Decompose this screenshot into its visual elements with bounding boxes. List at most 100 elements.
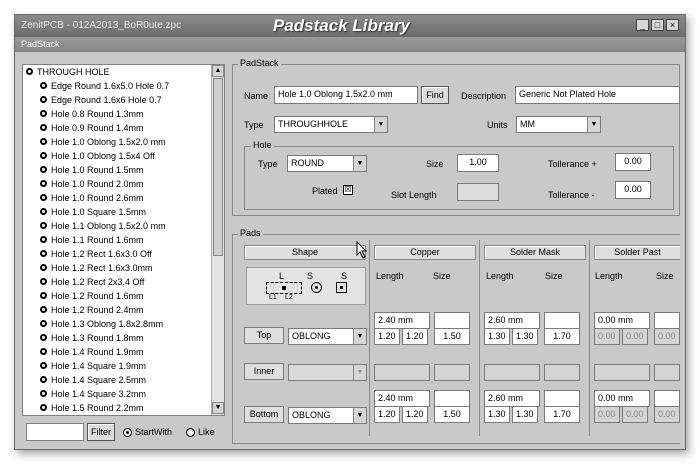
- inner-layer-button[interactable]: Inner: [244, 363, 284, 380]
- list-item[interactable]: Hole 1.5 Round 2.2mm: [23, 401, 213, 415]
- inner-shape-dropdown[interactable]: ▼: [288, 364, 367, 381]
- list-item[interactable]: Hole 1.1 Oblong 1.5x2.0 mm: [23, 219, 213, 233]
- pads-divider: [589, 240, 590, 436]
- inner-paste-size[interactable]: [654, 364, 680, 381]
- like-radio[interactable]: [186, 428, 195, 437]
- hole-type-dropdown[interactable]: ROUND ▼: [287, 155, 367, 172]
- top-mask-l1[interactable]: 1.30: [484, 328, 510, 345]
- list-item[interactable]: Hole 1.1 Round 1.6mm: [23, 233, 213, 247]
- minimize-button[interactable]: _: [636, 19, 649, 31]
- bottom-paste-size[interactable]: 0.00: [654, 406, 680, 423]
- list-item[interactable]: Hole 1.0 Oblong 1.5x4 Off: [23, 149, 213, 163]
- title-bar[interactable]: ZenitPCB - 012A2013_BoR0ute.zpc Padstack…: [15, 15, 685, 37]
- list-item[interactable]: Hole 1.4 Square 3.2mm: [23, 387, 213, 401]
- chevron-down-icon[interactable]: ▼: [353, 365, 366, 380]
- list-item-label: Hole 1.2 Round 1.6mm: [51, 291, 144, 301]
- bottom-paste-l2[interactable]: 0.00: [622, 406, 648, 423]
- top-layer-button[interactable]: Top: [244, 327, 284, 344]
- top-copper-size[interactable]: 1.50: [434, 328, 470, 345]
- list-item[interactable]: Hole 1.2 Rect 1.6x3.0mm: [23, 261, 213, 275]
- bottom-copper-size[interactable]: 1.50: [434, 406, 470, 423]
- bottom-paste-l1[interactable]: 0.00: [594, 406, 620, 423]
- slot-length-field[interactable]: [457, 183, 499, 201]
- plated-checkbox[interactable]: ☒: [343, 185, 353, 195]
- top-paste-l1[interactable]: 0.00: [594, 328, 620, 345]
- paste-length-label: Length: [595, 271, 623, 281]
- top-paste-total[interactable]: 0.00 mm: [594, 312, 650, 329]
- filter-button[interactable]: Filter: [87, 423, 115, 441]
- chevron-down-icon[interactable]: ▼: [374, 117, 387, 132]
- bottom-copper-blank: [434, 390, 470, 407]
- bottom-copper-l1[interactable]: 1.20: [374, 406, 400, 423]
- list-item[interactable]: Hole 1.2 Round 1.6mm: [23, 289, 213, 303]
- tolerance-minus-field[interactable]: 0.00: [615, 181, 651, 199]
- list-item[interactable]: Hole 0.9 Round 1.4mm: [23, 121, 213, 135]
- top-mask-total[interactable]: 2.60 mm: [484, 312, 540, 329]
- list-scrollbar[interactable]: ▲ ▼: [211, 65, 224, 415]
- list-item[interactable]: Hole 1.0 Round 2.0mm: [23, 177, 213, 191]
- top-mask-blank: [544, 312, 580, 329]
- bottom-layer-button[interactable]: Bottom: [244, 406, 284, 423]
- maximize-button[interactable]: □: [651, 19, 664, 31]
- description-field[interactable]: Generic Not Plated Hole: [515, 86, 680, 104]
- list-item[interactable]: Hole 1.0 Round 2.6mm: [23, 191, 213, 205]
- list-item[interactable]: Hole 1.0 Square 1.5mm: [23, 205, 213, 219]
- bottom-mask-total[interactable]: 2.60 mm: [484, 390, 540, 407]
- list-item[interactable]: Hole 1.3 Round 1.8mm: [23, 331, 213, 345]
- find-button[interactable]: Find: [421, 86, 449, 104]
- scroll-up-arrow-icon[interactable]: ▲: [212, 65, 224, 77]
- inner-mask-size[interactable]: [544, 364, 580, 381]
- list-item[interactable]: Hole 1.2 Rect 2x3.4 Off: [23, 275, 213, 289]
- list-item[interactable]: Hole 1.4 Round 1.9mm: [23, 345, 213, 359]
- list-item[interactable]: Edge Round 1.6x6 Hole 0.7: [23, 93, 213, 107]
- tolerance-plus-field[interactable]: 0.00: [615, 153, 651, 171]
- chevron-down-icon[interactable]: ▼: [353, 408, 366, 423]
- top-copper-l2[interactable]: 1.20: [402, 328, 428, 345]
- list-item-label: Hole 0.8 Round 1.3mm: [51, 109, 144, 119]
- tree-root-through-hole[interactable]: THROUGH HOLE: [23, 65, 213, 79]
- bottom-shape-dropdown[interactable]: OBLONG ▼: [288, 407, 367, 424]
- list-item[interactable]: Hole 1.0 Oblong 1.5x2.0 mm: [23, 135, 213, 149]
- list-item[interactable]: Hole 1.4 Square 1.9mm: [23, 359, 213, 373]
- bottom-mask-l1[interactable]: 1.30: [484, 406, 510, 423]
- list-item[interactable]: Edge Round 1.6x5.0 Hole 0.7: [23, 79, 213, 93]
- type-dropdown[interactable]: THROUGHHOLE ▼: [274, 116, 388, 133]
- top-copper-l1[interactable]: 1.20: [374, 328, 400, 345]
- top-copper-total[interactable]: 2.40 mm: [374, 312, 430, 329]
- inner-copper-field[interactable]: [374, 364, 430, 381]
- bottom-paste-total[interactable]: 0.00 mm: [594, 390, 650, 407]
- chevron-down-icon[interactable]: ▼: [353, 329, 366, 344]
- list-item[interactable]: Hole 1.2 Round 2.4mm: [23, 303, 213, 317]
- tree-node-icon: [40, 362, 47, 369]
- chevron-down-icon[interactable]: ▼: [353, 156, 366, 171]
- list-item[interactable]: Hole 0.8 Round 1.3mm: [23, 107, 213, 121]
- top-paste-l2[interactable]: 0.00: [622, 328, 648, 345]
- startwith-radio[interactable]: [123, 428, 132, 437]
- close-button[interactable]: ×: [666, 19, 679, 31]
- list-item[interactable]: Hole 1.0 Round 1.5mm: [23, 163, 213, 177]
- scroll-down-arrow-icon[interactable]: ▼: [212, 402, 224, 414]
- bottom-mask-l2[interactable]: 1.30: [512, 406, 538, 423]
- list-item-label: Hole 1.1 Oblong 1.5x2.0 mm: [51, 221, 166, 231]
- list-item[interactable]: Hole 1.2 Rect 1.6x3.0 Off: [23, 247, 213, 261]
- list-item[interactable]: Hole 1.3 Oblong 1.8x2.8mm: [23, 317, 213, 331]
- units-dropdown[interactable]: MM ▼: [516, 116, 601, 133]
- bottom-copper-l2[interactable]: 1.20: [402, 406, 428, 423]
- bottom-mask-size[interactable]: 1.70: [544, 406, 580, 423]
- inner-copper-size[interactable]: [434, 364, 470, 381]
- top-mask-l2[interactable]: 1.30: [512, 328, 538, 345]
- chevron-down-icon[interactable]: ▼: [587, 117, 600, 132]
- padstack-tree-list[interactable]: THROUGH HOLE Edge Round 1.6x5.0 Hole 0.7…: [22, 64, 225, 416]
- top-paste-size[interactable]: 0.00: [654, 328, 680, 345]
- top-mask-size[interactable]: 1.70: [544, 328, 580, 345]
- bottom-copper-total[interactable]: 2.40 mm: [374, 390, 430, 407]
- top-shape-dropdown[interactable]: OBLONG ▼: [288, 328, 367, 345]
- list-item[interactable]: Hole 1.4 Square 2.5mm: [23, 373, 213, 387]
- tree-node-icon: [40, 376, 47, 383]
- name-field[interactable]: Hole 1.0 Oblong 1.5x2.0 mm: [274, 86, 418, 104]
- hole-size-field[interactable]: 1.00: [457, 154, 499, 172]
- inner-mask-field[interactable]: [484, 364, 540, 381]
- filter-input[interactable]: [26, 423, 84, 441]
- scroll-thumb[interactable]: [213, 78, 223, 256]
- inner-paste-field[interactable]: [594, 364, 650, 381]
